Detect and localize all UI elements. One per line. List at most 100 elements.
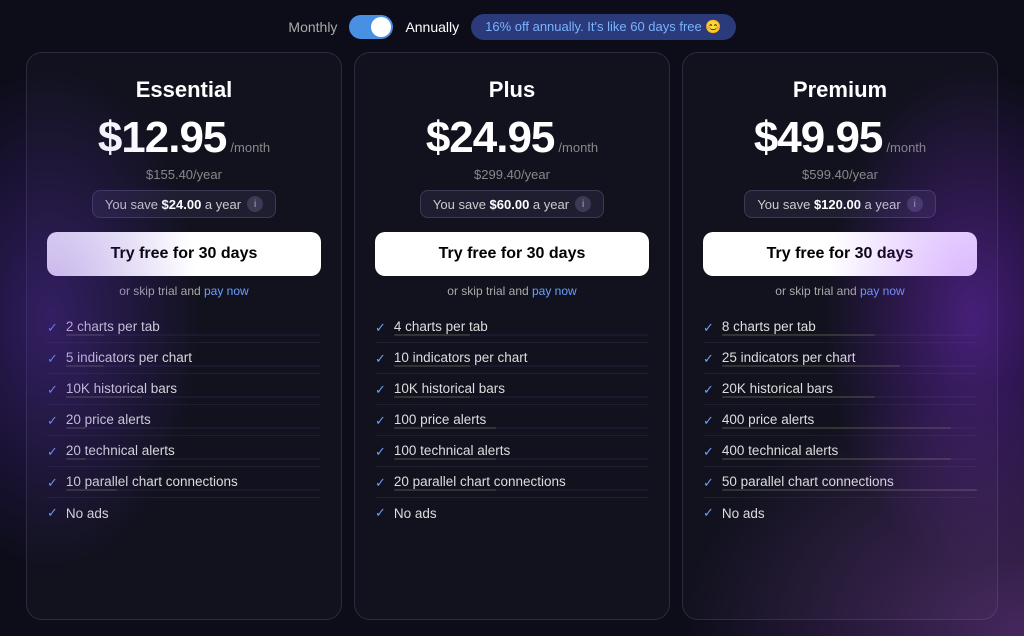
check-icon-premium-1: ✓ (703, 351, 714, 367)
skip-trial-essential: or skip trial and pay now (47, 284, 321, 298)
features-list-premium: ✓ 8 charts per tab ✓ 25 indicators per c… (703, 312, 977, 603)
check-icon-plus-4: ✓ (375, 444, 386, 460)
feature-bar-premium-2 (722, 396, 977, 398)
discount-badge: 16% off annually. It's like 60 days free… (471, 14, 735, 40)
feature-item-premium-5: ✓ 50 parallel chart connections (703, 467, 977, 498)
feature-text-essential-4: 20 technical alerts (66, 443, 175, 458)
feature-item-premium-3: ✓ 400 price alerts (703, 405, 977, 436)
feature-text-essential-5: 10 parallel chart connections (66, 474, 238, 489)
feature-bar-plus-4 (394, 458, 649, 460)
feature-bar-essential-4 (66, 458, 321, 460)
try-btn-essential[interactable]: Try free for 30 days (47, 232, 321, 276)
skip-trial-premium: or skip trial and pay now (703, 284, 977, 298)
feature-text-plus-2: 10K historical bars (394, 381, 505, 396)
feature-item-plus-3: ✓ 100 price alerts (375, 405, 649, 436)
feature-text-plus-6: No ads (394, 506, 437, 521)
check-icon-premium-6: ✓ (703, 505, 714, 521)
feature-bar-essential-2 (66, 396, 321, 398)
feature-bar-premium-1 (722, 365, 977, 367)
check-icon-premium-0: ✓ (703, 320, 714, 336)
monthly-label: Monthly (288, 19, 337, 35)
feature-bar-premium-4 (722, 458, 977, 460)
feature-text-essential-1: 5 indicators per chart (66, 350, 192, 365)
feature-bar-plus-5 (394, 489, 649, 491)
feature-text-premium-1: 25 indicators per chart (722, 350, 856, 365)
feature-item-premium-4: ✓ 400 technical alerts (703, 436, 977, 467)
feature-text-essential-6: No ads (66, 506, 109, 521)
feature-item-essential-4: ✓ 20 technical alerts (47, 436, 321, 467)
check-icon-plus-0: ✓ (375, 320, 386, 336)
savings-text-plus: You save $60.00 a year (433, 197, 569, 212)
pay-now-link-plus[interactable]: pay now (532, 284, 577, 298)
feature-bar-plus-2 (394, 396, 649, 398)
feature-text-premium-0: 8 charts per tab (722, 319, 816, 334)
check-icon-premium-3: ✓ (703, 413, 714, 429)
plan-yearly-essential: $155.40/year (47, 167, 321, 182)
feature-text-plus-3: 100 price alerts (394, 412, 486, 427)
plan-price-row-essential: $12.95 /month (47, 113, 321, 163)
plan-price-row-premium: $49.95 /month (703, 113, 977, 163)
savings-info-icon-premium[interactable]: i (907, 196, 923, 212)
plan-card-plus: Plus $24.95 /month $299.40/year You save… (354, 52, 670, 620)
try-btn-plus[interactable]: Try free for 30 days (375, 232, 649, 276)
plan-yearly-plus: $299.40/year (375, 167, 649, 182)
plan-savings-premium: You save $120.00 a year i (744, 190, 935, 218)
feature-bar-essential-0 (66, 334, 321, 336)
check-icon-plus-5: ✓ (375, 475, 386, 491)
check-icon-plus-2: ✓ (375, 382, 386, 398)
feature-item-plus-4: ✓ 100 technical alerts (375, 436, 649, 467)
feature-item-plus-5: ✓ 20 parallel chart connections (375, 467, 649, 498)
feature-text-essential-3: 20 price alerts (66, 412, 151, 427)
billing-toggle-bar: Monthly Annually 16% off annually. It's … (0, 0, 1024, 52)
feature-item-plus-0: ✓ 4 charts per tab (375, 312, 649, 343)
feature-text-plus-0: 4 charts per tab (394, 319, 488, 334)
check-icon-premium-2: ✓ (703, 382, 714, 398)
plan-per-month-essential: /month (230, 140, 270, 155)
feature-item-plus-6: ✓ No ads (375, 498, 649, 527)
plan-price-premium: $49.95 (754, 113, 883, 163)
annually-label: Annually (405, 19, 459, 35)
feature-bar-essential-5 (66, 489, 321, 491)
feature-bar-plus-0 (394, 334, 649, 336)
feature-item-premium-6: ✓ No ads (703, 498, 977, 527)
skip-trial-plus: or skip trial and pay now (375, 284, 649, 298)
feature-bar-premium-3 (722, 427, 977, 429)
plan-savings-plus: You save $60.00 a year i (420, 190, 604, 218)
discount-text: 16% off annually. It's like 60 days free… (485, 19, 721, 35)
check-icon-plus-1: ✓ (375, 351, 386, 367)
try-btn-premium[interactable]: Try free for 30 days (703, 232, 977, 276)
plan-per-month-premium: /month (886, 140, 926, 155)
check-icon-plus-6: ✓ (375, 505, 386, 521)
feature-item-premium-0: ✓ 8 charts per tab (703, 312, 977, 343)
pay-now-link-premium[interactable]: pay now (860, 284, 905, 298)
check-icon-essential-0: ✓ (47, 320, 58, 336)
savings-text-premium: You save $120.00 a year (757, 197, 900, 212)
feature-item-essential-1: ✓ 5 indicators per chart (47, 343, 321, 374)
feature-text-premium-5: 50 parallel chart connections (722, 474, 894, 489)
feature-item-essential-6: ✓ No ads (47, 498, 321, 527)
feature-item-plus-1: ✓ 10 indicators per chart (375, 343, 649, 374)
check-icon-essential-3: ✓ (47, 413, 58, 429)
pay-now-link-essential[interactable]: pay now (204, 284, 249, 298)
billing-toggle-switch[interactable] (349, 15, 393, 39)
feature-item-essential-0: ✓ 2 charts per tab (47, 312, 321, 343)
feature-text-premium-3: 400 price alerts (722, 412, 814, 427)
feature-bar-essential-3 (66, 427, 321, 429)
feature-item-premium-2: ✓ 20K historical bars (703, 374, 977, 405)
feature-text-premium-4: 400 technical alerts (722, 443, 838, 458)
feature-item-essential-2: ✓ 10K historical bars (47, 374, 321, 405)
check-icon-essential-1: ✓ (47, 351, 58, 367)
feature-bar-essential-1 (66, 365, 321, 367)
savings-text-essential: You save $24.00 a year (105, 197, 241, 212)
savings-info-icon-essential[interactable]: i (247, 196, 263, 212)
plan-price-row-plus: $24.95 /month (375, 113, 649, 163)
plan-per-month-plus: /month (558, 140, 598, 155)
plan-savings-essential: You save $24.00 a year i (92, 190, 276, 218)
plan-card-premium: Premium $49.95 /month $599.40/year You s… (682, 52, 998, 620)
feature-text-premium-6: No ads (722, 506, 765, 521)
toggle-knob (371, 17, 391, 37)
savings-info-icon-plus[interactable]: i (575, 196, 591, 212)
feature-text-essential-0: 2 charts per tab (66, 319, 160, 334)
feature-text-plus-5: 20 parallel chart connections (394, 474, 566, 489)
features-list-essential: ✓ 2 charts per tab ✓ 5 indicators per ch… (47, 312, 321, 603)
